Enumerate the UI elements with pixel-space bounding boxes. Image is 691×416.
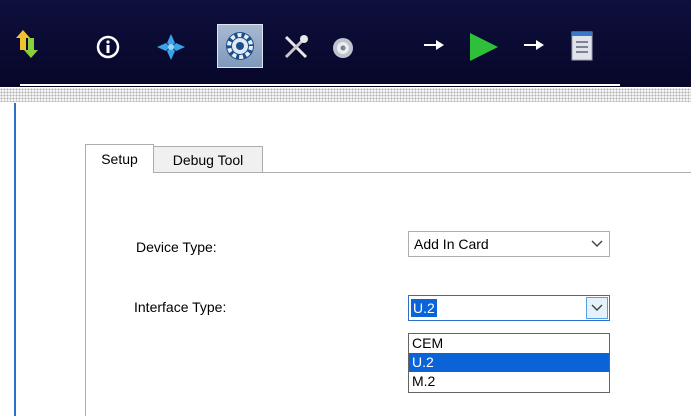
interface-type-value: U.2 [411,299,437,317]
disc-icon[interactable] [332,37,354,59]
tab-debug-tool[interactable]: Debug Tool [154,146,263,173]
interface-type-select[interactable]: U.2 [408,295,610,321]
interface-type-label: Interface Type: [134,299,227,315]
play-icon[interactable] [468,33,498,61]
info-icon[interactable] [96,35,120,59]
device-type-label: Device Type: [136,239,217,255]
settings-button[interactable] [217,24,263,68]
chevron-down-icon[interactable] [586,297,608,319]
updown-arrows-icon[interactable] [16,30,38,58]
chevron-down-icon [585,232,609,256]
device-type-value: Add In Card [414,236,489,252]
toolbar-divider [20,84,620,86]
arrow-right-icon [524,38,544,52]
tools-icon[interactable] [283,34,309,60]
settings-gear-icon [224,30,256,67]
tab-label: Setup [101,151,138,167]
tab-label: Debug Tool [172,152,244,168]
dropdown-option-m2[interactable]: M.2 [409,372,609,391]
document-icon[interactable] [571,31,593,61]
dropdown-option-cem[interactable]: CEM [409,334,609,353]
tab-setup[interactable]: Setup [85,144,154,173]
dropdown-option-u2[interactable]: U.2 [409,353,609,372]
interface-type-dropdown-list: CEM U.2 M.2 [408,333,610,393]
main-toolbar [0,0,691,87]
device-type-select[interactable]: Add In Card [408,231,610,257]
arrow-right-icon [424,38,444,52]
compass-icon[interactable] [157,34,185,60]
splitter-strip[interactable] [0,88,691,102]
